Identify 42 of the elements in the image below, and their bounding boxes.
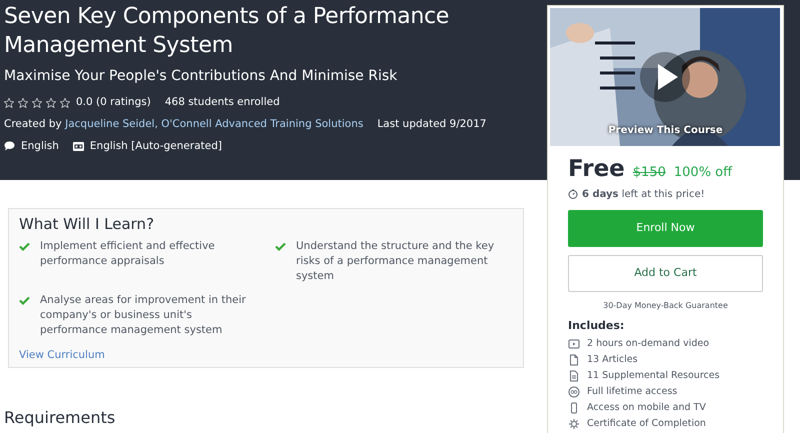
course-title: Seven Key Components of a Performance Management System [4, 3, 450, 60]
rating-text: 0.0 (0 ratings) [76, 95, 151, 110]
course-subtitle: Maximise Your People's Contributions And Minimise Risk [4, 67, 398, 86]
check-icon [19, 296, 30, 305]
feature-text: Full lifetime access [587, 384, 678, 399]
original-price: $150 [632, 164, 666, 182]
section-heading: What Will I Learn? [19, 215, 156, 233]
captions-language: English [Auto-generated] [90, 138, 222, 154]
check-icon [19, 242, 30, 251]
guarantee-text: 30-Day Money-Back Guarantee [602, 300, 729, 312]
feature-text: 2 hours on-demand video [587, 336, 710, 351]
countdown-text: 6 days left at this price! [582, 188, 705, 202]
play-icon[interactable] [640, 52, 690, 102]
mobile-icon [568, 402, 580, 414]
check-icon [275, 242, 286, 251]
certificate-icon [568, 418, 580, 430]
tv-icon [568, 338, 580, 350]
discount: 100% off [674, 164, 732, 182]
view-curriculum-link[interactable]: View Curriculum [19, 348, 105, 364]
file-icon [568, 370, 580, 382]
last-updated: Last updated 9/2017 [377, 116, 486, 132]
infinity-icon [568, 386, 580, 398]
language: English [21, 138, 59, 154]
enroll-button[interactable]: Enroll Now [568, 210, 763, 246]
author-link[interactable]: Jacqueline Seidel, O'Connell Advanced Training Solutions [65, 118, 364, 130]
feature-text: Access on mobile and TV [587, 400, 706, 415]
feature-text: Certificate of Completion [587, 416, 706, 431]
speech-bubble-icon [4, 141, 15, 152]
price: Free [568, 155, 625, 184]
timer-icon [568, 189, 578, 199]
add-to-cart-button[interactable]: Add to Cart [568, 254, 763, 292]
includes-heading: Includes: [568, 318, 626, 334]
created-by-label: Created by [4, 118, 62, 130]
feature-text: 11 Supplemental Resources [587, 368, 720, 383]
section-heading: Requirements [4, 408, 116, 428]
closed-captions-icon [72, 142, 84, 151]
learning-outcome: Understand the structure and the key risks of a performance management system [296, 239, 496, 284]
learning-outcome: Implement efficient and effective performance appraisals [40, 239, 216, 269]
enrollment-count: 468 students enrolled [164, 95, 280, 110]
learning-outcome: Analyse areas for improvement in their company's or business unit's performance management system [40, 293, 247, 338]
feature-text: 13 Articles [587, 352, 638, 367]
document-icon [568, 354, 580, 366]
